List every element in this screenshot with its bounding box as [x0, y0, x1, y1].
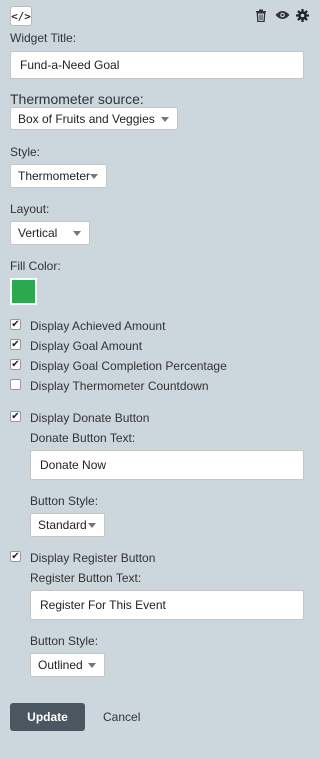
fill-color-label: Fill Color: [10, 259, 61, 273]
trash-icon [256, 9, 266, 22]
register-text-label: Register Button Text: [30, 571, 142, 585]
checkbox-display-register[interactable]: ✔ [10, 551, 21, 562]
chevron-down-icon [90, 174, 98, 179]
update-button[interactable]: Update [10, 703, 85, 731]
fill-color-swatch[interactable] [10, 278, 37, 305]
preview-button[interactable] [274, 8, 290, 22]
thermometer-source-value: Box of Fruits and Veggies [18, 111, 155, 126]
settings-button[interactable] [295, 8, 310, 23]
style-value: Thermometer [18, 169, 91, 183]
layout-select[interactable]: Vertical [10, 221, 90, 245]
donate-text-input[interactable]: Donate Now [30, 450, 304, 480]
checkbox-display-donate[interactable]: ✔ [10, 411, 21, 422]
chevron-down-icon [73, 231, 81, 236]
donate-style-value: Standard [38, 518, 87, 532]
donate-text-value: Donate Now [40, 458, 107, 472]
widget-title-label: Widget Title: [10, 31, 77, 45]
register-text-value: Register For This Event [40, 598, 166, 612]
display-countdown-label: Display Thermometer Countdown [30, 379, 209, 393]
display-donate-label: Display Donate Button [30, 411, 150, 425]
layout-value: Vertical [18, 226, 58, 240]
display-goal-label: Display Goal Amount [30, 339, 143, 353]
thermometer-source-label: Thermometer source: [10, 91, 144, 107]
eye-icon [275, 11, 289, 19]
widget-title-input[interactable]: Fund-a-Need Goal [10, 51, 304, 79]
checkbox-display-countdown[interactable] [10, 379, 21, 390]
donate-style-select[interactable]: Standard [30, 513, 105, 537]
checkbox-display-achieved[interactable]: ✔ [10, 319, 21, 330]
register-style-label: Button Style: [30, 634, 99, 648]
checkbox-display-percentage[interactable]: ✔ [10, 359, 21, 370]
checkbox-display-goal[interactable]: ✔ [10, 339, 21, 350]
style-label: Style: [10, 145, 41, 159]
display-percentage-label: Display Goal Completion Percentage [30, 359, 227, 373]
chevron-down-icon [161, 116, 169, 122]
delete-button[interactable] [254, 8, 268, 22]
style-select[interactable]: Thermometer [10, 164, 107, 188]
chevron-down-icon [88, 523, 96, 528]
register-style-select[interactable]: Outlined [30, 653, 105, 677]
thermometer-source-select[interactable]: Box of Fruits and Veggies [10, 107, 178, 130]
register-style-value: Outlined [38, 658, 83, 672]
display-achieved-label: Display Achieved Amount [30, 319, 166, 333]
gear-icon [296, 9, 309, 22]
chevron-down-icon [88, 663, 96, 668]
code-view-button[interactable]: </> [10, 6, 32, 26]
donate-style-label: Button Style: [30, 494, 99, 508]
register-text-input[interactable]: Register For This Event [30, 590, 304, 620]
code-icon: </> [11, 9, 31, 23]
display-register-label: Display Register Button [30, 551, 156, 565]
layout-label: Layout: [10, 202, 50, 216]
donate-text-label: Donate Button Text: [30, 431, 136, 445]
widget-title-value: Fund-a-Need Goal [20, 58, 120, 72]
cancel-button[interactable]: Cancel [103, 703, 140, 731]
